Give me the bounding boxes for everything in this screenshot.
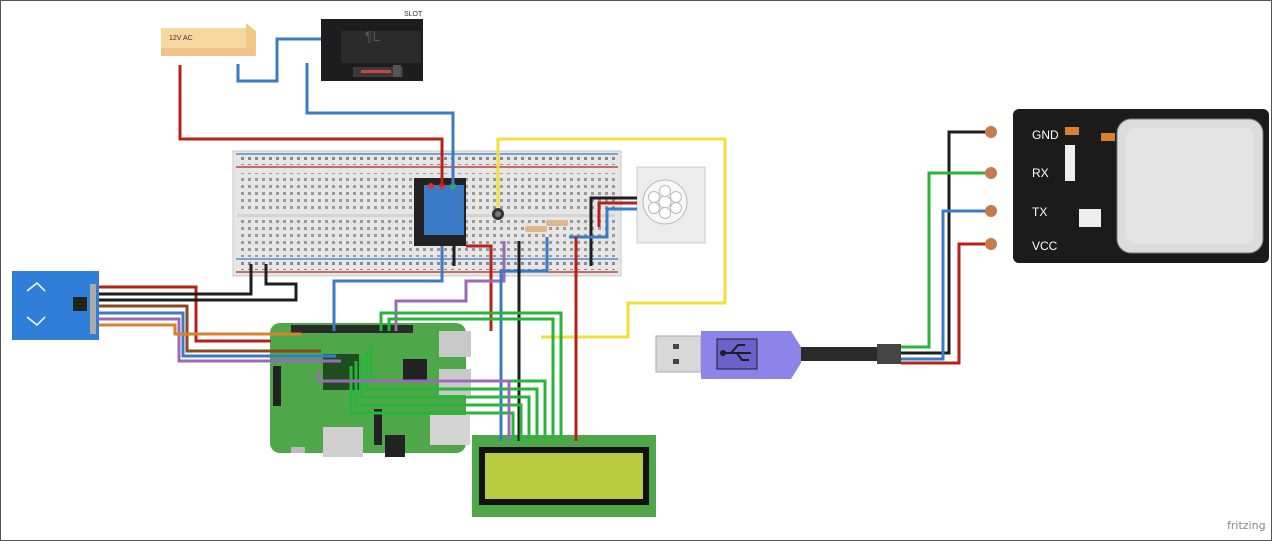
fp-pin-vcc: VCC <box>1032 239 1058 253</box>
fp-pin-tx: TX <box>1032 205 1048 219</box>
svg-text:¶L: ¶L <box>365 28 381 44</box>
lcd-display <box>472 435 656 517</box>
ac-source-label: 12V AC <box>169 35 193 42</box>
solenoid-lock: ¶L SLOT <box>321 11 423 81</box>
fp-pin-gnd: GND <box>1032 128 1059 142</box>
potentiometer <box>492 208 504 220</box>
rfid-reader <box>12 271 99 340</box>
circuit-diagram: 12V AC ¶L SLOT GND RX TX VCC fritzing <box>0 0 1272 541</box>
relay-module <box>414 178 466 246</box>
pir-dome-icon <box>642 179 688 225</box>
pir-sensor <box>636 166 706 244</box>
fingerprint-sensor <box>985 109 1269 263</box>
solenoid-label: SLOT <box>404 11 423 18</box>
usb-ttl-adapter <box>655 331 901 379</box>
fp-pin-rx: RX <box>1032 166 1049 180</box>
breadboard-canvas: 12V AC ¶L SLOT <box>12 11 1269 517</box>
fritzing-watermark: fritzing <box>1227 519 1266 532</box>
ac-source: 12V AC <box>161 23 256 56</box>
